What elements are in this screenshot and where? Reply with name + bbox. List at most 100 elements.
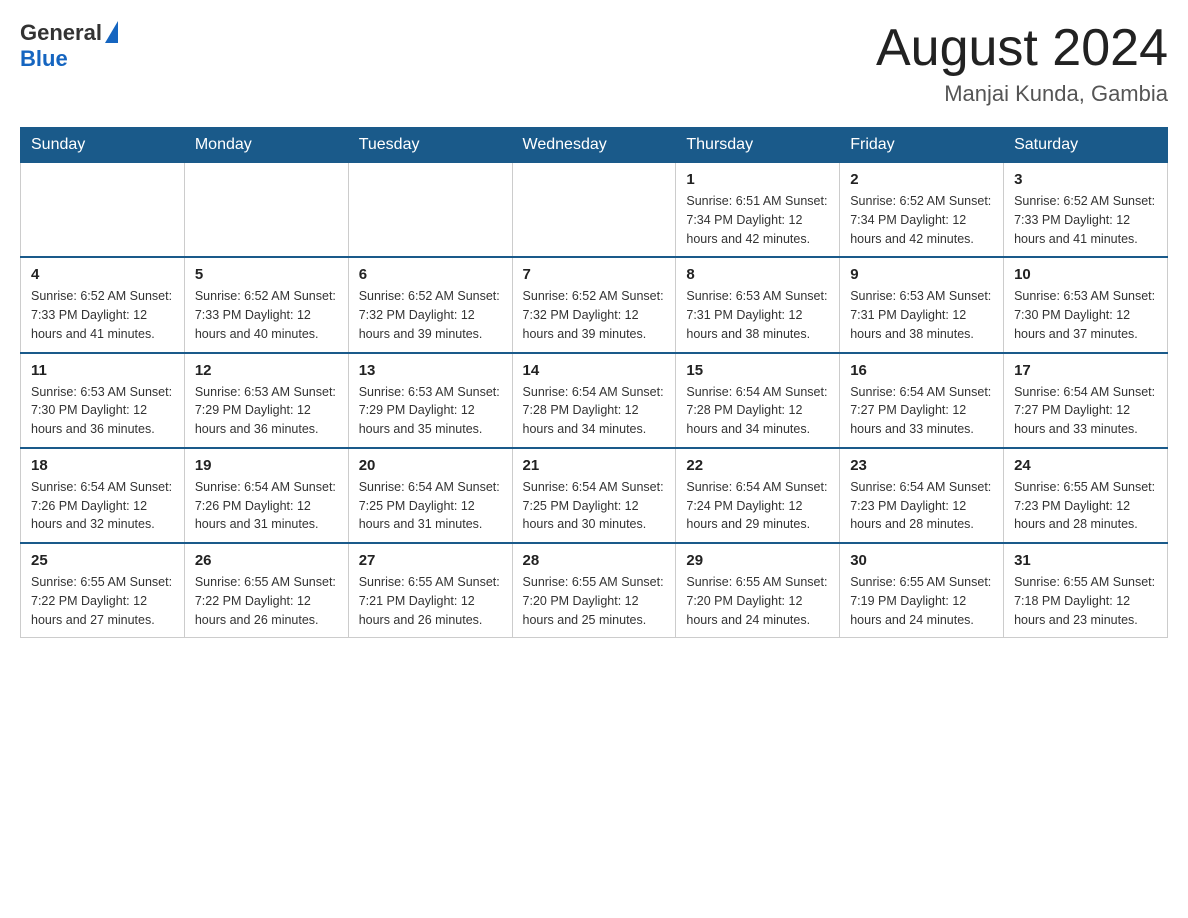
day-number: 1	[686, 171, 829, 188]
day-number: 10	[1014, 266, 1157, 283]
day-info: Sunrise: 6:54 AM Sunset: 7:27 PM Dayligh…	[850, 383, 993, 439]
page-header: General Blue August 2024 Manjai Kunda, G…	[20, 20, 1168, 107]
table-row: 11Sunrise: 6:53 AM Sunset: 7:30 PM Dayli…	[21, 353, 185, 448]
table-row: 8 Sunrise: 6:53 AM Sunset: 7:31 PM Daylig…	[676, 257, 840, 352]
table-row: 1 Sunrise: 6:51 AM Sunset: 7:34 PM Daylig…	[676, 163, 840, 258]
table-row: 3 Sunrise: 6:52 AM Sunset: 7:33 PM Daylig…	[1004, 163, 1168, 258]
table-row: 27 Sunrise: 6:55 AM Sunset: 7:21 PM Dayli…	[348, 543, 512, 638]
day-number: 18	[31, 457, 174, 474]
calendar-week-3: 11Sunrise: 6:53 AM Sunset: 7:30 PM Dayli…	[21, 353, 1168, 448]
day-number: 4	[31, 266, 174, 283]
day-info: Sunrise: 6:51 AM Sunset: 7:34 PM Dayligh…	[686, 192, 829, 248]
header-day-tuesday: Tuesday	[348, 128, 512, 163]
page-title: August 2024	[876, 20, 1168, 77]
header-day-sunday: Sunday	[21, 128, 185, 163]
day-info: Sunrise: 6:55 AM Sunset: 7:21 PM Dayligh…	[359, 573, 502, 629]
day-info: Sunrise: 6:55 AM Sunset: 7:20 PM Dayligh…	[523, 573, 666, 629]
day-info: Sunrise: 6:53 AM Sunset: 7:31 PM Dayligh…	[686, 287, 829, 343]
header-day-saturday: Saturday	[1004, 128, 1168, 163]
day-info: Sunrise: 6:54 AM Sunset: 7:28 PM Dayligh…	[686, 383, 829, 439]
header-day-thursday: Thursday	[676, 128, 840, 163]
table-row: 12Sunrise: 6:53 AM Sunset: 7:29 PM Dayli…	[184, 353, 348, 448]
table-row: 7Sunrise: 6:52 AM Sunset: 7:32 PM Daylig…	[512, 257, 676, 352]
table-row: 23 Sunrise: 6:54 AM Sunset: 7:23 PM Dayli…	[840, 448, 1004, 543]
day-number: 7	[523, 266, 666, 283]
day-info: Sunrise: 6:54 AM Sunset: 7:26 PM Dayligh…	[195, 478, 338, 534]
day-info: Sunrise: 6:54 AM Sunset: 7:27 PM Dayligh…	[1014, 383, 1157, 439]
days-of-week-row: SundayMondayTuesdayWednesdayThursdayFrid…	[21, 128, 1168, 163]
table-row: 25 Sunrise: 6:55 AM Sunset: 7:22 PM Dayli…	[21, 543, 185, 638]
day-info: Sunrise: 6:54 AM Sunset: 7:25 PM Dayligh…	[523, 478, 666, 534]
table-row: 21Sunrise: 6:54 AM Sunset: 7:25 PM Dayli…	[512, 448, 676, 543]
table-row: 17 Sunrise: 6:54 AM Sunset: 7:27 PM Dayli…	[1004, 353, 1168, 448]
table-row: 5 Sunrise: 6:52 AM Sunset: 7:33 PM Daylig…	[184, 257, 348, 352]
calendar-table: SundayMondayTuesdayWednesdayThursdayFrid…	[20, 127, 1168, 638]
table-row: 9 Sunrise: 6:53 AM Sunset: 7:31 PM Daylig…	[840, 257, 1004, 352]
table-row: 28 Sunrise: 6:55 AM Sunset: 7:20 PM Dayli…	[512, 543, 676, 638]
table-row	[184, 163, 348, 258]
day-info: Sunrise: 6:54 AM Sunset: 7:23 PM Dayligh…	[850, 478, 993, 534]
calendar-week-4: 18 Sunrise: 6:54 AM Sunset: 7:26 PM Dayli…	[21, 448, 1168, 543]
table-row: 31Sunrise: 6:55 AM Sunset: 7:18 PM Dayli…	[1004, 543, 1168, 638]
calendar-week-5: 25 Sunrise: 6:55 AM Sunset: 7:22 PM Dayli…	[21, 543, 1168, 638]
day-number: 25	[31, 552, 174, 569]
day-number: 2	[850, 171, 993, 188]
table-row: 10Sunrise: 6:53 AM Sunset: 7:30 PM Dayli…	[1004, 257, 1168, 352]
day-info: Sunrise: 6:54 AM Sunset: 7:24 PM Dayligh…	[686, 478, 829, 534]
day-number: 23	[850, 457, 993, 474]
table-row: 13 Sunrise: 6:53 AM Sunset: 7:29 PM Dayli…	[348, 353, 512, 448]
page-subtitle: Manjai Kunda, Gambia	[876, 81, 1168, 107]
day-info: Sunrise: 6:53 AM Sunset: 7:30 PM Dayligh…	[31, 383, 174, 439]
day-number: 9	[850, 266, 993, 283]
calendar-header: SundayMondayTuesdayWednesdayThursdayFrid…	[21, 128, 1168, 163]
day-number: 26	[195, 552, 338, 569]
day-number: 6	[359, 266, 502, 283]
calendar-body: 1 Sunrise: 6:51 AM Sunset: 7:34 PM Daylig…	[21, 163, 1168, 638]
table-row: 16Sunrise: 6:54 AM Sunset: 7:27 PM Dayli…	[840, 353, 1004, 448]
day-number: 12	[195, 362, 338, 379]
day-number: 3	[1014, 171, 1157, 188]
table-row: 18 Sunrise: 6:54 AM Sunset: 7:26 PM Dayli…	[21, 448, 185, 543]
table-row: 19 Sunrise: 6:54 AM Sunset: 7:26 PM Dayli…	[184, 448, 348, 543]
header-day-wednesday: Wednesday	[512, 128, 676, 163]
day-number: 28	[523, 552, 666, 569]
day-info: Sunrise: 6:55 AM Sunset: 7:22 PM Dayligh…	[195, 573, 338, 629]
day-info: Sunrise: 6:55 AM Sunset: 7:23 PM Dayligh…	[1014, 478, 1157, 534]
day-number: 17	[1014, 362, 1157, 379]
day-number: 20	[359, 457, 502, 474]
day-number: 8	[686, 266, 829, 283]
calendar-week-2: 4 Sunrise: 6:52 AM Sunset: 7:33 PM Daylig…	[21, 257, 1168, 352]
title-area: August 2024 Manjai Kunda, Gambia	[876, 20, 1168, 107]
table-row: 30Sunrise: 6:55 AM Sunset: 7:19 PM Dayli…	[840, 543, 1004, 638]
day-info: Sunrise: 6:52 AM Sunset: 7:33 PM Dayligh…	[1014, 192, 1157, 248]
table-row	[21, 163, 185, 258]
table-row: 26 Sunrise: 6:55 AM Sunset: 7:22 PM Dayli…	[184, 543, 348, 638]
day-number: 19	[195, 457, 338, 474]
table-row: 24 Sunrise: 6:55 AM Sunset: 7:23 PM Dayli…	[1004, 448, 1168, 543]
table-row: 29 Sunrise: 6:55 AM Sunset: 7:20 PM Dayli…	[676, 543, 840, 638]
table-row: 4Sunrise: 6:52 AM Sunset: 7:33 PM Daylig…	[21, 257, 185, 352]
day-info: Sunrise: 6:52 AM Sunset: 7:32 PM Dayligh…	[359, 287, 502, 343]
logo-triangle-icon	[105, 21, 118, 43]
day-info: Sunrise: 6:55 AM Sunset: 7:18 PM Dayligh…	[1014, 573, 1157, 629]
calendar-week-1: 1 Sunrise: 6:51 AM Sunset: 7:34 PM Daylig…	[21, 163, 1168, 258]
day-info: Sunrise: 6:55 AM Sunset: 7:19 PM Dayligh…	[850, 573, 993, 629]
day-number: 13	[359, 362, 502, 379]
day-number: 27	[359, 552, 502, 569]
day-info: Sunrise: 6:54 AM Sunset: 7:26 PM Dayligh…	[31, 478, 174, 534]
day-info: Sunrise: 6:53 AM Sunset: 7:29 PM Dayligh…	[359, 383, 502, 439]
day-number: 24	[1014, 457, 1157, 474]
day-info: Sunrise: 6:53 AM Sunset: 7:31 PM Dayligh…	[850, 287, 993, 343]
table-row: 2Sunrise: 6:52 AM Sunset: 7:34 PM Daylig…	[840, 163, 1004, 258]
table-row: 14Sunrise: 6:54 AM Sunset: 7:28 PM Dayli…	[512, 353, 676, 448]
table-row: 22Sunrise: 6:54 AM Sunset: 7:24 PM Dayli…	[676, 448, 840, 543]
table-row	[512, 163, 676, 258]
day-info: Sunrise: 6:55 AM Sunset: 7:20 PM Dayligh…	[686, 573, 829, 629]
day-info: Sunrise: 6:55 AM Sunset: 7:22 PM Dayligh…	[31, 573, 174, 629]
table-row: 15Sunrise: 6:54 AM Sunset: 7:28 PM Dayli…	[676, 353, 840, 448]
table-row: 6 Sunrise: 6:52 AM Sunset: 7:32 PM Daylig…	[348, 257, 512, 352]
logo-blue-text: Blue	[20, 46, 68, 71]
day-number: 5	[195, 266, 338, 283]
day-info: Sunrise: 6:52 AM Sunset: 7:33 PM Dayligh…	[195, 287, 338, 343]
day-number: 29	[686, 552, 829, 569]
